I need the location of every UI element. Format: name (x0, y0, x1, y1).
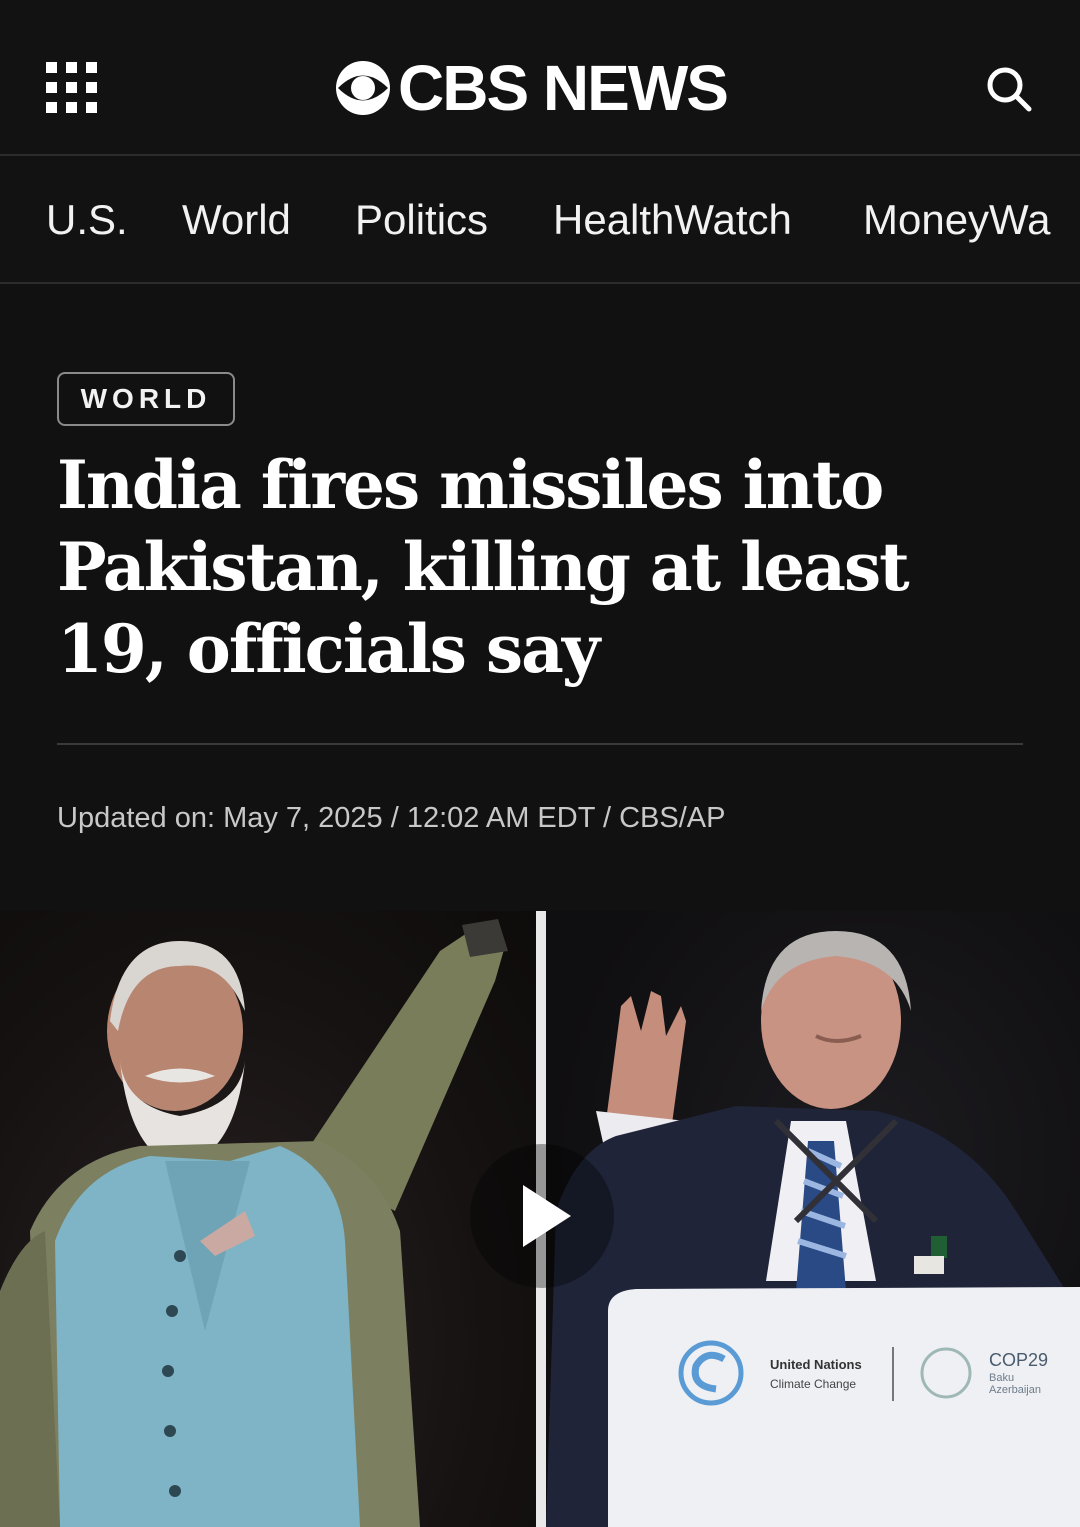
podium-org-sub-label: Climate Change (770, 1377, 856, 1391)
site-header: CBS NEWS (0, 0, 1080, 156)
nav-item-politics[interactable]: Politics (355, 196, 488, 244)
section-badge[interactable]: WORLD (57, 372, 235, 426)
photo-right: United Nations Climate Change COP29 Baku… (546, 911, 1080, 1527)
podium-event-label: COP29 (989, 1350, 1048, 1370)
nav-item-world[interactable]: World (182, 196, 291, 244)
article-header: WORLD India fires missiles into Pakistan… (0, 284, 1080, 910)
photo-left (0, 911, 536, 1527)
section-nav-track: U.S. World Politics HealthWatch MoneyWa (0, 156, 1058, 282)
video-player[interactable]: United Nations Climate Change COP29 Baku… (0, 911, 1080, 1527)
section-nav: U.S. World Politics HealthWatch MoneyWa (0, 156, 1080, 284)
search-icon[interactable] (984, 64, 1034, 114)
headline-divider (57, 743, 1023, 745)
cbs-news-logo[interactable]: CBS NEWS (334, 52, 729, 124)
nav-item-us[interactable]: U.S. (46, 196, 128, 244)
podium-event-city: Baku (989, 1372, 1014, 1384)
brand-name: CBS NEWS (398, 52, 729, 124)
article-headline: India fires missiles into Pakistan, kill… (57, 446, 910, 688)
article-meta: Updated on: May 7, 2025 / 12:02 AM EDT /… (57, 802, 726, 834)
nav-item-moneywatch[interactable]: MoneyWa (863, 196, 1051, 244)
cbs-eye-icon (336, 61, 390, 115)
podium-event-country: Azerbaijan (989, 1384, 1041, 1396)
podium-org-label: United Nations (770, 1357, 862, 1372)
grid-menu-icon[interactable] (46, 62, 98, 114)
nav-item-healthwatch[interactable]: HealthWatch (553, 196, 792, 244)
play-icon[interactable] (467, 1141, 617, 1291)
